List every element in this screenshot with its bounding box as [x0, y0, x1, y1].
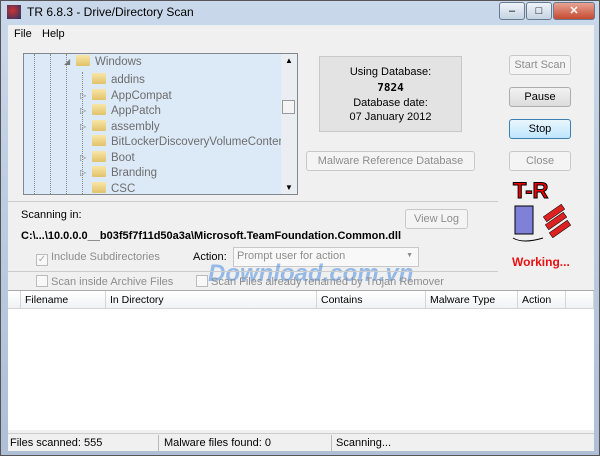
malware-found: Malware files found: 0: [164, 437, 271, 449]
scanning-in-label: Scanning in:: [21, 209, 82, 221]
folder-icon: [92, 166, 106, 177]
malware-reference-database-button[interactable]: Malware Reference Database: [306, 151, 475, 171]
view-log-button[interactable]: View Log: [405, 209, 468, 229]
minimize-button[interactable]: –: [499, 2, 525, 20]
collapse-icon[interactable]: ◢: [64, 57, 70, 66]
title-bar: TR 6.8.3 - Drive/Directory Scan – □ ✕: [1, 1, 599, 23]
scan-state: Scanning...: [336, 437, 392, 449]
pause-button[interactable]: Pause: [509, 87, 571, 107]
tree-node[interactable]: BitLockerDiscoveryVolumeContents: [92, 134, 294, 150]
files-scanned: Files scanned: 555: [10, 437, 103, 449]
menu-bar: File Help: [8, 25, 594, 43]
expand-icon[interactable]: ▷: [80, 91, 86, 100]
start-scan-button[interactable]: Start Scan: [509, 55, 571, 75]
scroll-up-icon[interactable]: ▲: [285, 56, 293, 65]
app-icon: [7, 5, 21, 19]
menu-help[interactable]: Help: [42, 28, 65, 40]
directory-tree[interactable]: ◢ Windows addins ▷ AppCompat ▷ AppPatch ▷ asse…: [23, 53, 298, 195]
folder-icon: [92, 73, 106, 84]
tree-node[interactable]: Boot: [92, 150, 135, 166]
folder-icon: [92, 119, 106, 131]
database-date-label: Database date:: [353, 97, 428, 109]
maximize-button[interactable]: □: [526, 2, 552, 20]
tree-node-windows[interactable]: Windows: [76, 54, 142, 70]
column-malware-type[interactable]: Malware Type: [426, 291, 518, 309]
scan-path: C:\...\10.0.0.0__b03f5f7f11d50a3a\Micros…: [21, 230, 402, 242]
database-panel: Using Database: 7824 Database date: 07 J…: [319, 56, 462, 132]
stop-button[interactable]: Stop: [509, 119, 571, 139]
expand-icon[interactable]: ▷: [80, 122, 86, 131]
column-action[interactable]: Action: [518, 291, 566, 309]
folder-icon: [92, 88, 106, 100]
include-subdirectories-checkbox[interactable]: ✓ Include Subdirectories: [36, 251, 160, 266]
expand-icon[interactable]: ▷: [80, 153, 86, 162]
column-contains[interactable]: Contains: [317, 291, 426, 309]
app-window: TR 6.8.3 - Drive/Directory Scan – □ ✕ Fi…: [0, 0, 600, 456]
tr-logo: T-R: [505, 176, 581, 248]
close-button[interactable]: Close: [509, 151, 571, 171]
expand-icon[interactable]: ▷: [80, 168, 86, 177]
database-date: 07 January 2012: [349, 111, 432, 123]
results-table: Filename In Directory Contains Malware T…: [8, 290, 594, 430]
folder-icon: [92, 181, 106, 193]
tree-node[interactable]: AppCompat: [92, 88, 172, 104]
close-window-button[interactable]: ✕: [553, 2, 595, 20]
tree-node[interactable]: Branding: [92, 165, 157, 181]
scan-renamed-checkbox[interactable]: Scan Files already renamed by Trojan Rem…: [196, 275, 444, 288]
client-area: ◢ Windows addins ▷ AppCompat ▷ AppPatch ▷ asse…: [8, 43, 594, 451]
folder-icon: [92, 135, 106, 146]
menu-file[interactable]: File: [14, 28, 32, 40]
folder-icon: [92, 104, 106, 115]
tree-node[interactable]: addins: [92, 72, 145, 88]
folder-icon: [92, 150, 106, 162]
column-filename[interactable]: Filename: [21, 291, 106, 309]
status-working: Working...: [512, 255, 570, 269]
column-in-directory[interactable]: In Directory: [106, 291, 317, 309]
scan-archive-checkbox[interactable]: Scan inside Archive Files: [36, 275, 173, 288]
using-database-label: Using Database:: [349, 66, 432, 78]
status-bar: Files scanned: 555 Malware files found: …: [8, 433, 594, 451]
tree-node[interactable]: assembly: [92, 119, 160, 135]
expand-icon[interactable]: ▷: [80, 106, 86, 115]
window-title: TR 6.8.3 - Drive/Directory Scan: [27, 5, 194, 19]
tree-node[interactable]: CSC: [92, 181, 135, 194]
tree-scrollbar[interactable]: ▲ ▼: [281, 54, 297, 194]
scroll-thumb[interactable]: [282, 100, 295, 114]
tree-node[interactable]: AppPatch: [92, 103, 161, 119]
folder-icon: [76, 55, 90, 66]
scroll-down-icon[interactable]: ▼: [285, 183, 293, 192]
chevron-down-icon: ▼: [406, 252, 413, 259]
database-version: 7824: [377, 81, 404, 94]
svg-text:T-R: T-R: [513, 178, 549, 203]
